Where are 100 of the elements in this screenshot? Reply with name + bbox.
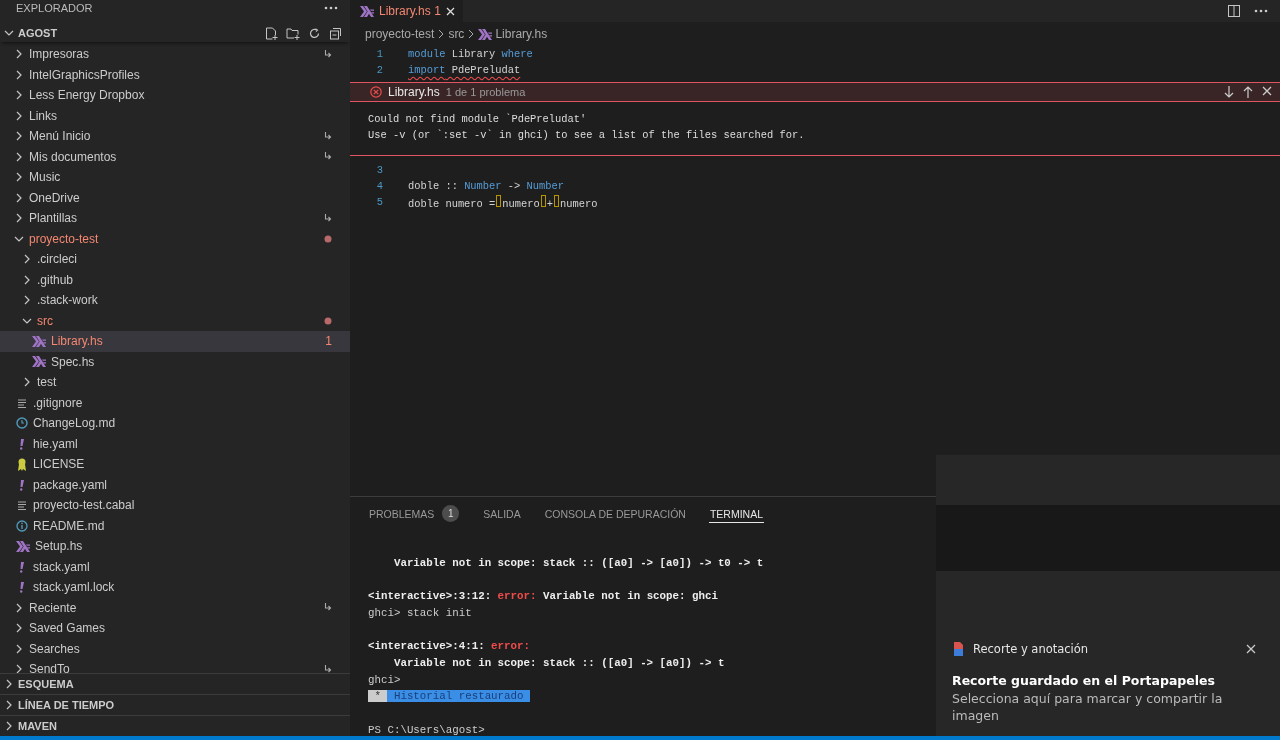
refresh-icon[interactable] xyxy=(308,26,321,40)
breadcrumb-item[interactable]: proyecto-test xyxy=(365,27,435,41)
tree-item[interactable]: Searches xyxy=(0,638,350,659)
error-message: Use -v (or `:set -v` in ghci) to see a list of the files searched for. xyxy=(368,128,806,143)
folder-name: src xyxy=(37,313,53,328)
section-header[interactable]: ESQUEMA xyxy=(0,673,350,694)
line-number: 2 xyxy=(375,64,384,76)
close-icon[interactable] xyxy=(1246,644,1256,654)
tree-item[interactable]: Links xyxy=(0,105,350,126)
tree-item[interactable]: hie.yaml xyxy=(0,433,350,454)
terminal-line: Variable not in scope: stack :: ([a0] -> [a0]) -> t xyxy=(392,656,725,669)
tree-item[interactable]: LICENSE xyxy=(0,454,350,475)
tree-item[interactable]: .github xyxy=(0,269,350,290)
tree-item[interactable]: .circleci xyxy=(0,249,350,270)
chevron-icon[interactable] xyxy=(14,151,24,162)
tree-item[interactable]: .gitignore xyxy=(0,392,350,413)
tree-item[interactable]: stack.yaml xyxy=(0,556,350,577)
tree-item[interactable]: Impresoras xyxy=(0,44,350,65)
chevron-icon[interactable] xyxy=(22,377,32,388)
chevron-icon[interactable] xyxy=(4,700,14,710)
tree-item[interactable]: Menú Inicio xyxy=(0,126,350,147)
tree-item[interactable]: SendTo xyxy=(0,659,350,673)
tree-item[interactable]: Music xyxy=(0,167,350,188)
chevron-icon[interactable] xyxy=(14,90,24,101)
panel-tab[interactable]: SALIDA xyxy=(482,505,522,523)
tree-item[interactable]: OneDrive xyxy=(0,187,350,208)
arrow-down-icon[interactable] xyxy=(1224,86,1234,98)
chevron-icon[interactable] xyxy=(14,192,24,203)
tree-item[interactable]: proyecto-test xyxy=(0,228,350,249)
folder-name: proyecto-test xyxy=(29,231,99,246)
chevron-icon[interactable] xyxy=(14,131,24,142)
line-number: 1 xyxy=(375,48,384,60)
code-line: import PdePreludat xyxy=(408,64,521,76)
tree-item[interactable]: package.yaml xyxy=(0,474,350,495)
chevron-icon[interactable] xyxy=(14,110,24,121)
chevron-icon[interactable] xyxy=(22,254,32,265)
chevron-icon[interactable] xyxy=(4,28,14,38)
folder-name: Searches xyxy=(29,641,80,656)
folder-title[interactable]: AGOST xyxy=(18,27,58,39)
notification-title: Recorte guardado en el Portapapeles xyxy=(952,673,1216,688)
tree-item[interactable]: Reciente xyxy=(0,597,350,618)
chevron-icon[interactable] xyxy=(14,623,24,634)
folder-name: .circleci xyxy=(37,252,77,267)
close-icon[interactable] xyxy=(445,6,455,16)
close-icon[interactable] xyxy=(1262,86,1272,96)
panel-tab[interactable]: TERMINAL xyxy=(708,505,764,523)
collapse-all-icon[interactable] xyxy=(329,26,342,40)
folder-name: Less Energy Dropbox xyxy=(29,88,145,103)
haskell-file-icon xyxy=(32,335,46,347)
more-icon[interactable] xyxy=(324,6,338,10)
tree-item[interactable]: ChangeLog.md xyxy=(0,413,350,434)
breadcrumb-item[interactable]: src xyxy=(448,27,465,41)
terminal-line: PS C:\Users\agost> xyxy=(368,723,485,736)
tree-item[interactable]: README.md xyxy=(0,515,350,536)
folder-name: test xyxy=(37,375,57,390)
folder-name: IntelGraphicsProfiles xyxy=(29,67,140,82)
terminal-line: <interactive>:3:12: error: Variable not in scope: ghci xyxy=(368,590,718,603)
arrow-up-icon[interactable] xyxy=(1243,86,1253,98)
tree-item[interactable]: test xyxy=(0,372,350,393)
folder-name: Reciente xyxy=(29,600,77,615)
folder-header[interactable]: AGOST xyxy=(0,24,350,42)
editor-tab[interactable]: Library.hs 1 xyxy=(350,0,463,22)
problem-file: Library.hs xyxy=(388,85,440,99)
tree-item[interactable]: Less Energy Dropbox xyxy=(0,85,350,106)
chevron-icon[interactable] xyxy=(14,602,24,613)
haskell-file-icon xyxy=(360,5,374,17)
notification-toast[interactable]: Recorte y anotación Recorte guardado en el Portapapeles Selecciona aquí para marcar y compartir la imagen xyxy=(936,571,1280,736)
panel-tab[interactable]: PROBLEMAS 1 xyxy=(368,505,461,523)
tree-item[interactable]: Saved Games xyxy=(0,618,350,639)
chevron-icon[interactable] xyxy=(22,274,32,285)
chevron-icon[interactable] xyxy=(14,172,24,183)
tree-item[interactable]: Library.hs 1 xyxy=(0,331,350,352)
tree-item[interactable]: Setup.hs xyxy=(0,536,350,557)
tree-item[interactable]: .stack-work xyxy=(0,290,350,311)
chevron-icon[interactable] xyxy=(22,295,32,306)
tree-item[interactable]: stack.yaml.lock xyxy=(0,577,350,598)
section-header[interactable]: LÍNEA DE TIEMPO xyxy=(0,694,350,715)
breadcrumb-item[interactable]: Library.hs xyxy=(495,27,548,41)
tree-item[interactable]: Spec.hs xyxy=(0,351,350,372)
chevron-icon[interactable] xyxy=(14,213,24,224)
chevron-icon[interactable] xyxy=(14,49,24,60)
lines-file-icon xyxy=(16,499,28,512)
chevron-icon[interactable] xyxy=(4,721,14,731)
tree-item[interactable]: src xyxy=(0,310,350,331)
chevron-icon xyxy=(437,29,446,39)
terminal-line: ghci> stack init xyxy=(368,606,472,619)
new-file-icon[interactable] xyxy=(265,26,278,40)
more-icon[interactable] xyxy=(1254,9,1268,13)
app-name: Recorte y anotación xyxy=(973,642,1089,656)
split-editor-icon[interactable] xyxy=(1228,5,1240,17)
chevron-icon[interactable] xyxy=(14,69,24,80)
tree-item[interactable]: Mis documentos xyxy=(0,146,350,167)
chevron-icon[interactable] xyxy=(14,643,24,654)
folder-name: Menú Inicio xyxy=(29,129,91,144)
tree-item[interactable]: Plantillas xyxy=(0,208,350,229)
tree-item[interactable]: proyecto-test.cabal xyxy=(0,495,350,516)
panel-tab[interactable]: CONSOLA DE DEPURACIÓN xyxy=(543,505,687,523)
tree-item[interactable]: IntelGraphicsProfiles xyxy=(0,64,350,85)
info-file-icon xyxy=(16,519,28,532)
new-folder-icon[interactable] xyxy=(286,26,300,40)
